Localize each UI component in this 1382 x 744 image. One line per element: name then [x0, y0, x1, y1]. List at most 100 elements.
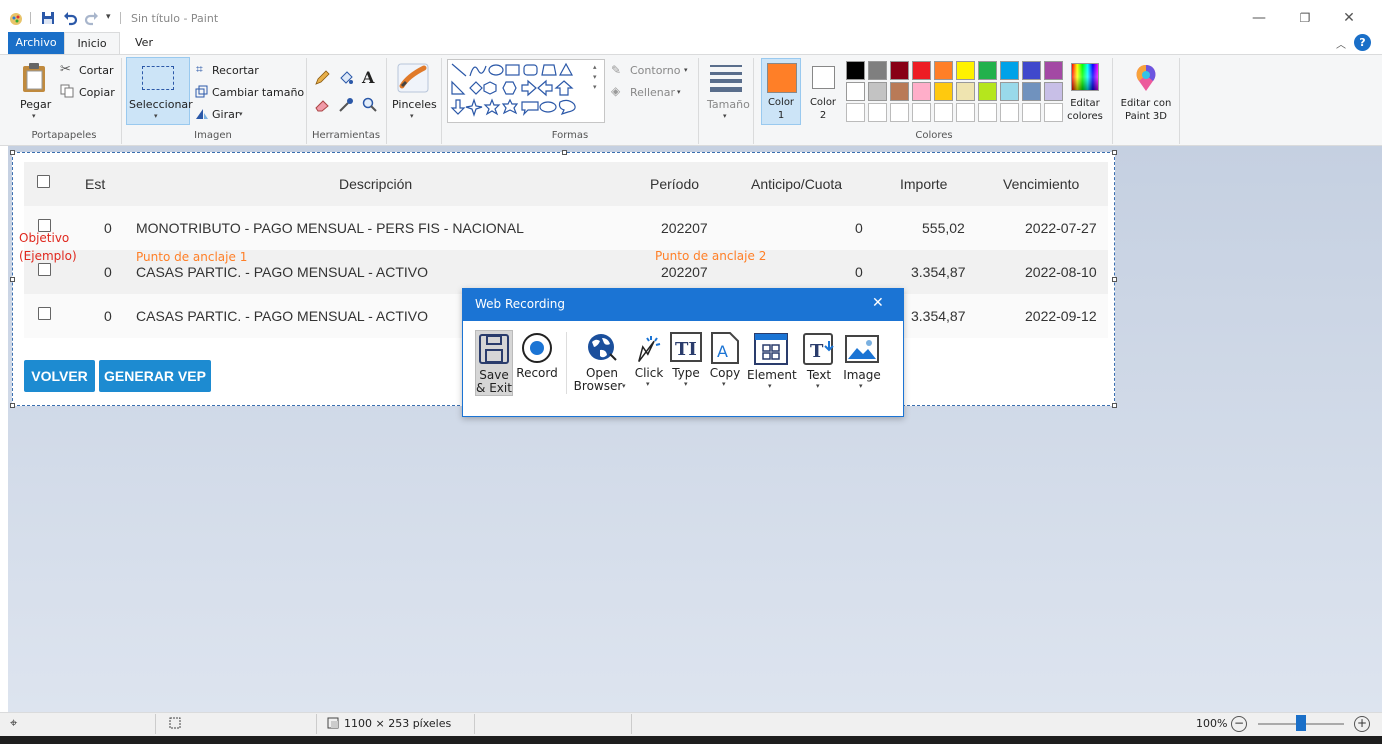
- custom-color-slot[interactable]: [846, 103, 865, 122]
- size-dropdown-icon[interactable]: ▾: [723, 112, 727, 120]
- palette-swatch[interactable]: [956, 82, 975, 101]
- tab-archivo[interactable]: Archivo: [8, 32, 64, 54]
- outline-dropdown-icon[interactable]: ▾: [684, 66, 688, 74]
- type-dropdown-icon[interactable]: ▾: [684, 380, 688, 388]
- size-button[interactable]: Tamaño: [707, 98, 750, 111]
- edit-colors-button-line2[interactable]: colores: [1063, 111, 1107, 122]
- palette-swatch[interactable]: [846, 61, 865, 80]
- click-dropdown-icon[interactable]: ▾: [646, 380, 650, 388]
- copy-button[interactable]: Copy: [706, 366, 744, 380]
- text-capture-icon[interactable]: T: [803, 333, 837, 368]
- color-picker-icon[interactable]: [338, 97, 354, 116]
- fill-icon[interactable]: [338, 70, 354, 89]
- undo-icon[interactable]: [62, 10, 78, 26]
- resize-handle[interactable]: [10, 277, 15, 282]
- click-button[interactable]: Click: [632, 366, 666, 380]
- copy-button[interactable]: Copiar: [79, 86, 115, 99]
- type-icon[interactable]: TI: [670, 332, 702, 367]
- shapes-scroll-icon[interactable]: ▴ ▾ ▾: [593, 62, 597, 92]
- custom-color-slot[interactable]: [890, 103, 909, 122]
- resize-handle[interactable]: [562, 150, 567, 155]
- paste-dropdown-icon[interactable]: ▾: [32, 112, 36, 120]
- palette-swatch[interactable]: [846, 82, 865, 101]
- custom-color-slot[interactable]: [1022, 103, 1041, 122]
- custom-color-slot[interactable]: [868, 103, 887, 122]
- resize-handle[interactable]: [1112, 403, 1117, 408]
- size-icon[interactable]: [709, 64, 743, 95]
- record-button[interactable]: Record: [515, 366, 559, 380]
- back-button[interactable]: VOLVER: [24, 360, 95, 392]
- palette-swatch[interactable]: [934, 61, 953, 80]
- paste-button[interactable]: Pegar: [20, 98, 51, 111]
- custom-color-slot[interactable]: [912, 103, 931, 122]
- cut-button[interactable]: Cortar: [79, 64, 114, 77]
- select-dropdown-icon[interactable]: ▾: [154, 112, 158, 120]
- text-tool-icon[interactable]: A: [362, 68, 374, 87]
- fill-dropdown-icon[interactable]: ▾: [677, 88, 681, 96]
- image-capture-icon[interactable]: [845, 335, 879, 366]
- palette-swatch[interactable]: [978, 61, 997, 80]
- palette-swatch[interactable]: [1044, 61, 1063, 80]
- palette-swatch[interactable]: [934, 82, 953, 101]
- open-label[interactable]: Open: [574, 366, 630, 380]
- brushes-button[interactable]: Pinceles: [392, 98, 437, 111]
- color2-swatch[interactable]: [812, 66, 835, 89]
- palette-swatch[interactable]: [978, 82, 997, 101]
- shapes-gallery[interactable]: [447, 59, 605, 123]
- custom-color-slot[interactable]: [1044, 103, 1063, 122]
- palette-swatch[interactable]: [868, 61, 887, 80]
- text-dropdown-icon[interactable]: ▾: [816, 382, 820, 390]
- custom-color-slot[interactable]: [978, 103, 997, 122]
- resize-handle[interactable]: [10, 403, 15, 408]
- resize-button[interactable]: Cambiar tamaño: [212, 86, 304, 99]
- row-checkbox[interactable]: [38, 263, 51, 276]
- rotate-dropdown-icon[interactable]: ▾: [239, 110, 243, 118]
- paste-icon[interactable]: [20, 62, 50, 97]
- custom-color-slot[interactable]: [1000, 103, 1019, 122]
- type-button[interactable]: Type: [668, 366, 704, 380]
- brushes-icon[interactable]: [396, 62, 430, 97]
- palette-swatch[interactable]: [1000, 82, 1019, 101]
- palette-swatch[interactable]: [912, 61, 931, 80]
- record-icon[interactable]: [521, 332, 553, 367]
- paint3d-icon[interactable]: [1133, 63, 1159, 96]
- custom-color-slot[interactable]: [934, 103, 953, 122]
- save-icon[interactable]: [40, 10, 56, 26]
- help-icon[interactable]: ?: [1354, 34, 1371, 51]
- resize-handle[interactable]: [1112, 150, 1117, 155]
- magnifier-icon[interactable]: [362, 97, 378, 116]
- resize-handle[interactable]: [10, 150, 15, 155]
- element-dropdown-icon[interactable]: ▾: [768, 382, 772, 390]
- rotate-button[interactable]: Girar: [212, 108, 239, 121]
- paint3d-button-line2[interactable]: Paint 3D: [1116, 111, 1176, 122]
- outline-button[interactable]: Contorno: [630, 64, 680, 77]
- brushes-dropdown-icon[interactable]: ▾: [410, 112, 414, 120]
- row-checkbox[interactable]: [38, 307, 51, 320]
- generate-vep-button[interactable]: GENERAR VEP: [99, 360, 211, 392]
- edit-colors-button[interactable]: Editar: [1063, 98, 1107, 109]
- element-button[interactable]: Element: [747, 368, 797, 382]
- zoom-out-button[interactable]: −: [1231, 716, 1247, 732]
- palette-swatch[interactable]: [1044, 82, 1063, 101]
- close-button[interactable]: ✕: [1326, 6, 1372, 30]
- fill-button[interactable]: Rellenar: [630, 86, 675, 99]
- paint3d-button[interactable]: Editar con: [1116, 98, 1176, 109]
- globe-icon[interactable]: [586, 332, 618, 367]
- eraser-icon[interactable]: [314, 97, 330, 116]
- copy-doc-icon[interactable]: A: [710, 332, 740, 367]
- browser-label[interactable]: Browser: [572, 379, 624, 393]
- collapse-ribbon-icon[interactable]: ︿: [1336, 36, 1346, 51]
- palette-swatch[interactable]: [890, 61, 909, 80]
- text-button[interactable]: Text: [802, 368, 836, 382]
- palette-swatch[interactable]: [912, 82, 931, 101]
- crop-button[interactable]: Recortar: [212, 64, 259, 77]
- minimize-button[interactable]: —: [1236, 6, 1282, 30]
- tab-ver[interactable]: Ver: [122, 32, 166, 54]
- element-icon[interactable]: [754, 333, 788, 368]
- zoom-slider-thumb[interactable]: [1296, 715, 1306, 731]
- maximize-button[interactable]: ❐: [1282, 6, 1328, 30]
- custom-color-slot[interactable]: [956, 103, 975, 122]
- web-recording-close-button[interactable]: ✕: [872, 295, 884, 311]
- resize-handle[interactable]: [1112, 277, 1117, 282]
- palette-swatch[interactable]: [868, 82, 887, 101]
